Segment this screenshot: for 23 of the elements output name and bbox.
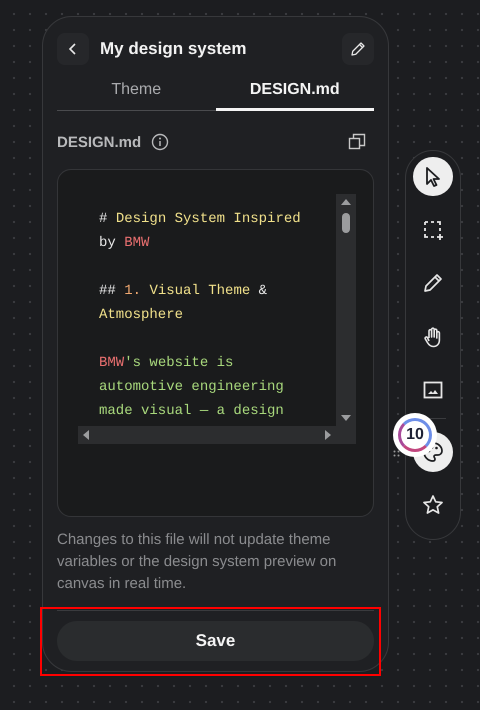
horizontal-scrollbar[interactable] bbox=[78, 426, 336, 444]
scroll-down-icon[interactable] bbox=[340, 414, 352, 422]
code-text: # Design System Inspired by BMW bbox=[99, 210, 302, 253]
pencil-icon bbox=[349, 40, 367, 58]
scrollbar-thumb[interactable] bbox=[342, 213, 350, 233]
tab[interactable]: DESIGN.md bbox=[216, 71, 374, 111]
save-button[interactable]: Save bbox=[57, 621, 374, 661]
scroll-right-icon[interactable] bbox=[324, 429, 332, 441]
pointer-tool[interactable] bbox=[413, 157, 453, 196]
file-name: DESIGN.md bbox=[57, 134, 142, 150]
info-icon[interactable] bbox=[151, 133, 170, 151]
back-button[interactable] bbox=[57, 33, 89, 65]
scroll-left-icon[interactable] bbox=[82, 429, 90, 441]
code-text: ## 1. Visual Theme & Atmosphere bbox=[99, 282, 268, 325]
vertical-scrollbar[interactable] bbox=[336, 194, 356, 426]
edit-button[interactable] bbox=[342, 33, 374, 65]
tab[interactable]: Theme bbox=[57, 71, 216, 111]
scroll-up-icon[interactable] bbox=[340, 198, 352, 206]
panel-title: My design system bbox=[100, 39, 248, 59]
grip-icon bbox=[393, 450, 401, 458]
copy-icon[interactable] bbox=[348, 133, 366, 151]
code-text: BMW's website is automotive engineering made visual — a design bbox=[99, 354, 285, 421]
info-note: Changes to this file will not update theme variables or the design system preview on canvas in real time. bbox=[57, 530, 338, 594]
